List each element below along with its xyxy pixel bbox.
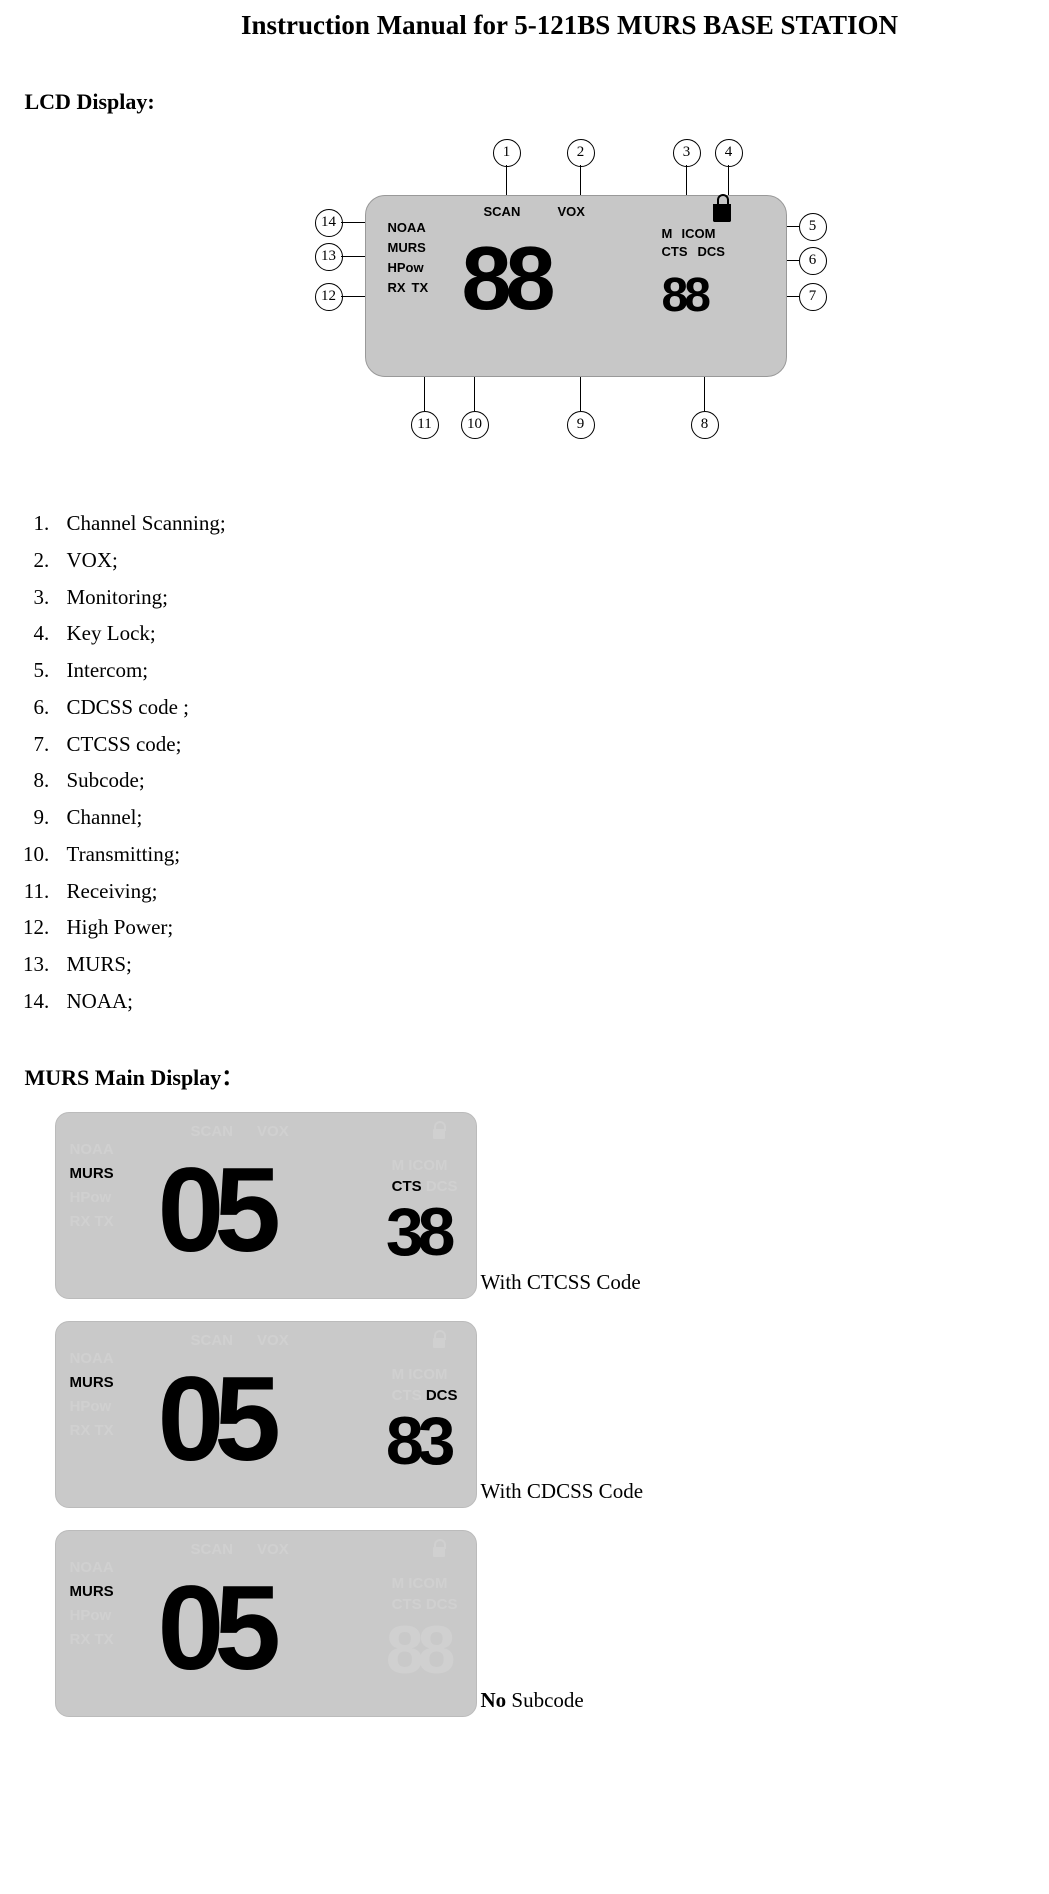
lock-icon (432, 1125, 446, 1139)
faded-noaa: NOAA (70, 1138, 114, 1162)
callout-11: 11 (411, 411, 439, 439)
callout-13: 13 (315, 243, 343, 271)
callout-4: 4 (715, 139, 743, 167)
faded-micom: M ICOM (392, 1364, 458, 1385)
faded-noaa: NOAA (70, 1347, 114, 1371)
mini-lcd-cdcss: SCANVOX NOAA MURS HPow RX TX M ICOM CTS … (55, 1321, 477, 1508)
list-item: Monitoring; (55, 579, 1025, 616)
lcd-small-digits: 88 (662, 268, 707, 323)
faded-rxtx: RX TX (70, 1628, 114, 1652)
list-item: Receiving; (55, 873, 1025, 910)
callout-5: 5 (799, 213, 827, 241)
lcd-dcs: DCS (698, 244, 725, 259)
mini-small-digits-faded: 88 (386, 1611, 450, 1689)
section-murs-display: MURS Main Display： (25, 1060, 1025, 1092)
faded-scan: SCAN (191, 1123, 234, 1140)
lcd-m: M (662, 226, 673, 241)
lcd-cts: CTS (662, 244, 688, 259)
mini-murs: MURS (70, 1580, 114, 1604)
mini-small-digits: 83 (386, 1402, 450, 1480)
lcd-tx: TX (412, 280, 429, 295)
faded-micom: M ICOM (392, 1155, 458, 1176)
list-item: CDCSS code ; (55, 689, 1025, 726)
list-item: CTCSS code; (55, 726, 1025, 763)
callout-3: 3 (673, 139, 701, 167)
list-item: NOAA; (55, 983, 1025, 1020)
list-item: High Power; (55, 909, 1025, 946)
callout-12: 12 (315, 283, 343, 311)
callout-7: 7 (799, 283, 827, 311)
callout-8: 8 (691, 411, 719, 439)
lcd-big-digits: 88 (462, 228, 550, 331)
caption-ctcss: With CTCSS Code (481, 1270, 641, 1299)
list-item: Channel Scanning; (55, 505, 1025, 542)
faded-hpow: HPow (70, 1186, 114, 1210)
list-item: Intercom; (55, 652, 1025, 689)
faded-rxtx: RX TX (70, 1419, 114, 1443)
page-title: Instruction Manual for 5-121BS MURS BASE… (115, 10, 1025, 41)
faded-scan: SCAN (191, 1332, 234, 1349)
list-item: Transmitting; (55, 836, 1025, 873)
faded-vox: VOX (257, 1123, 289, 1140)
caption-nosub: No Subcode (481, 1688, 584, 1717)
example-cdcss: SCANVOX NOAA MURS HPow RX TX M ICOM CTS … (55, 1321, 1025, 1508)
faded-rxtx: RX TX (70, 1210, 114, 1234)
example-ctcss: SCANVOX NOAA MURS HPow RX TX M ICOM CTS … (55, 1112, 1025, 1299)
lcd-noaa: NOAA (388, 220, 426, 235)
faded-hpow: HPow (70, 1395, 114, 1419)
callout-10: 10 (461, 411, 489, 439)
lock-icon (432, 1543, 446, 1557)
legend-list: Channel Scanning; VOX; Monitoring; Key L… (25, 505, 1025, 1020)
mini-big-digits: 05 (158, 1141, 271, 1279)
lcd-scan: SCAN (484, 204, 521, 219)
callout-2: 2 (567, 139, 595, 167)
lcd-murs: MURS (388, 240, 426, 255)
lock-icon (432, 1334, 446, 1348)
faded-vox: VOX (257, 1332, 289, 1349)
mini-murs: MURS (70, 1162, 114, 1186)
lcd-vox: VOX (558, 204, 585, 219)
list-item: MURS; (55, 946, 1025, 983)
list-item: Key Lock; (55, 615, 1025, 652)
callout-6: 6 (799, 247, 827, 275)
mini-lcd-ctcss: SCANVOX NOAA MURS HPow RX TX M ICOM CTS … (55, 1112, 477, 1299)
lcd-rx: RX (388, 280, 406, 295)
lcd-icom: ICOM (682, 226, 716, 241)
callout-14: 14 (315, 209, 343, 237)
list-item: Subcode; (55, 762, 1025, 799)
mini-big-digits: 05 (158, 1350, 271, 1488)
caption-no-bold: No (481, 1688, 507, 1712)
lcd-hpow: HPow (388, 260, 424, 275)
lcd-diagram: 1 2 3 4 14 13 12 5 6 7 11 10 (245, 135, 805, 465)
faded-micom: M ICOM (392, 1573, 458, 1594)
caption-no-rest: Subcode (506, 1688, 584, 1712)
callout-9: 9 (567, 411, 595, 439)
lock-icon (713, 204, 731, 222)
list-item: VOX; (55, 542, 1025, 579)
mini-murs: MURS (70, 1371, 114, 1395)
callout-1: 1 (493, 139, 521, 167)
lcd-screen: SCAN VOX M ICOM CTS DCS NOAA MURS HPow R… (365, 195, 787, 377)
mini-lcd-nosub: SCANVOX NOAA MURS HPow RX TX M ICOM CTS … (55, 1530, 477, 1717)
example-nosub: SCANVOX NOAA MURS HPow RX TX M ICOM CTS … (55, 1530, 1025, 1717)
faded-hpow: HPow (70, 1604, 114, 1628)
faded-scan: SCAN (191, 1541, 234, 1558)
caption-cdcss: With CDCSS Code (481, 1479, 644, 1508)
mini-small-digits: 38 (386, 1193, 450, 1271)
mini-big-digits: 05 (158, 1559, 271, 1697)
faded-noaa: NOAA (70, 1556, 114, 1580)
list-item: Channel; (55, 799, 1025, 836)
section-lcd-display: LCD Display: (25, 89, 1025, 115)
faded-vox: VOX (257, 1541, 289, 1558)
